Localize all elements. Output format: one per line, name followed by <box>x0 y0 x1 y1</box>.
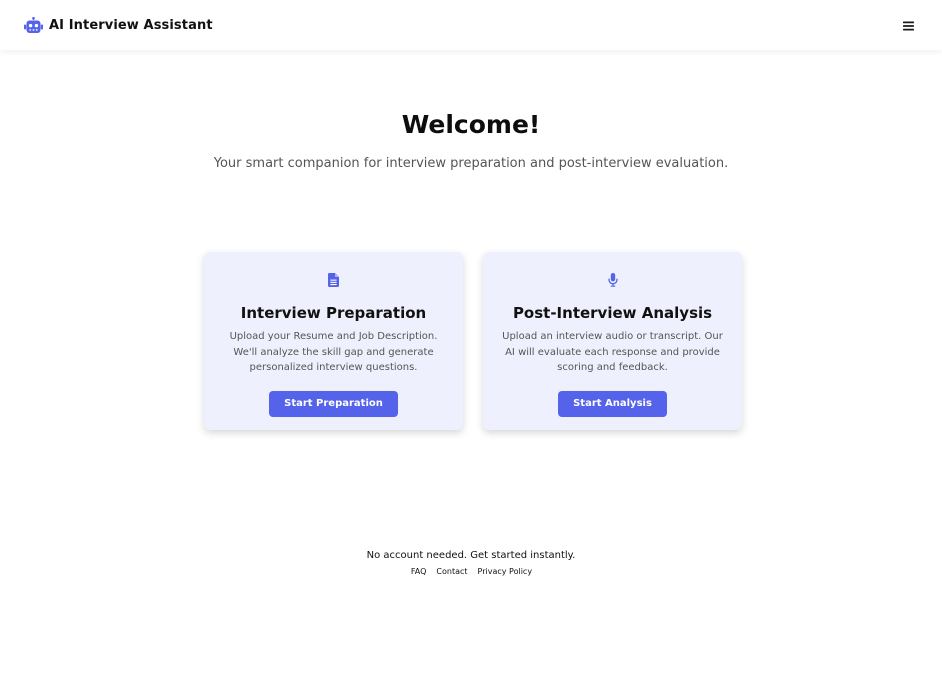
welcome-subheading: Your smart companion for interview prepa… <box>213 156 729 171</box>
post-interview-analysis-card: Post-Interview Analysis Upload an interv… <box>483 252 742 430</box>
footer-link-privacy-policy[interactable]: Privacy Policy <box>478 567 533 576</box>
app-title: AI Interview Assistant <box>49 17 213 33</box>
card-title: Interview Preparation <box>240 304 427 322</box>
hamburger-menu-icon <box>902 16 914 35</box>
robot-icon <box>24 16 43 34</box>
feature-cards: Interview Preparation Upload your Resume… <box>0 252 942 430</box>
start-analysis-button[interactable]: Start Analysis <box>558 390 667 417</box>
footer-tagline: No account needed. Get started instantly… <box>366 550 576 561</box>
footer: No account needed. Get started instantly… <box>0 549 942 576</box>
hamburger-menu-button[interactable] <box>900 17 916 33</box>
card-description: Upload your Resume and Job Description. … <box>229 331 438 373</box>
microphone-icon <box>607 272 618 287</box>
card-description: Upload an interview audio or transcript.… <box>502 331 723 373</box>
interview-preparation-card: Interview Preparation Upload your Resume… <box>204 252 463 430</box>
start-preparation-button[interactable]: Start Preparation <box>269 390 398 417</box>
top-navbar: AI Interview Assistant <box>0 0 942 50</box>
document-icon <box>328 272 339 287</box>
brand[interactable]: AI Interview Assistant <box>24 16 213 34</box>
card-title: Post-Interview Analysis <box>512 304 713 322</box>
footer-link-faq[interactable]: FAQ <box>411 567 427 576</box>
hero-section: Welcome! Your smart companion for interv… <box>0 107 942 173</box>
welcome-heading: Welcome! <box>401 110 541 139</box>
footer-link-contact[interactable]: Contact <box>436 567 467 576</box>
footer-links: FAQ Contact Privacy Policy <box>0 567 942 576</box>
